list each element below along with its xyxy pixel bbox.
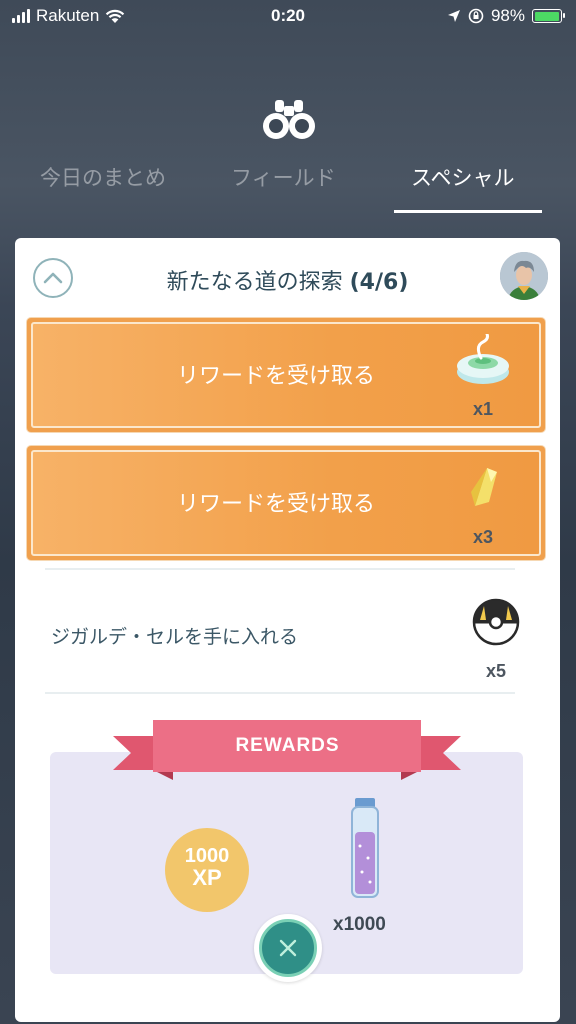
- close-button[interactable]: [254, 914, 322, 982]
- task-reward-quantity: x5: [485, 661, 507, 681]
- claim-reward-inner: リワードを受け取る x1: [31, 322, 541, 428]
- claim-reward-button[interactable]: リワードを受け取る x3: [27, 446, 545, 560]
- status-right: 98%: [447, 6, 565, 26]
- tab-today-summary[interactable]: 今日のまとめ: [40, 162, 166, 192]
- divider: [45, 568, 515, 570]
- reward-quantity: x3: [472, 527, 494, 547]
- incense-icon: [457, 332, 509, 384]
- research-title: 新たなる道の探索: [166, 270, 343, 295]
- research-task: ジガルデ・セルを手に入れる x5: [15, 582, 560, 692]
- special-research-card: 新たなる道の探索 (4/6) リワードを受け取る x1 リワードを受け取る x3…: [15, 238, 560, 1022]
- reward-item: x1: [453, 332, 513, 424]
- task-reward-item: x5: [466, 598, 526, 688]
- task-label: ジガルデ・セルを手に入れる: [51, 626, 299, 648]
- divider: [45, 692, 515, 694]
- research-progress: (4/6): [349, 270, 409, 295]
- battery-percent: 98%: [490, 6, 525, 25]
- close-button-inner: [259, 919, 317, 977]
- tab-special[interactable]: スペシャル: [411, 162, 515, 192]
- professor-avatar: [500, 252, 548, 300]
- orientation-lock-icon: [468, 8, 484, 24]
- battery-fill: [534, 11, 559, 21]
- tab-field[interactable]: フィールド: [231, 162, 336, 192]
- xp-unit: XP: [192, 865, 222, 890]
- close-icon: [279, 939, 297, 957]
- active-tab-indicator: [394, 210, 542, 213]
- tab-bar: 今日のまとめ フィールド スペシャル: [0, 158, 576, 218]
- battery-icon: [532, 9, 565, 23]
- xp-badge: 1000 XP: [165, 828, 249, 912]
- reward-quantity: x1: [472, 399, 494, 419]
- star-piece-icon: [471, 468, 497, 506]
- xp-amount: 1000: [184, 845, 230, 867]
- claim-reward-inner: リワードを受け取る x3: [31, 450, 541, 556]
- claim-reward-button[interactable]: リワードを受け取る x1: [27, 318, 545, 432]
- professor-portrait: [500, 252, 548, 300]
- location-arrow-icon: [447, 10, 460, 22]
- stardust-icon: [351, 798, 379, 898]
- status-bar: Rakuten 0:20 98%: [0, 0, 576, 34]
- binoculars-icon: [263, 100, 315, 139]
- rewards-banner-label: REWARDS: [235, 735, 340, 756]
- ultra-ball-icon: [472, 598, 520, 646]
- stardust-quantity: x1000: [333, 914, 386, 935]
- card-title: 新たなる道の探索 (4/6): [15, 264, 560, 296]
- reward-item: x3: [453, 462, 513, 552]
